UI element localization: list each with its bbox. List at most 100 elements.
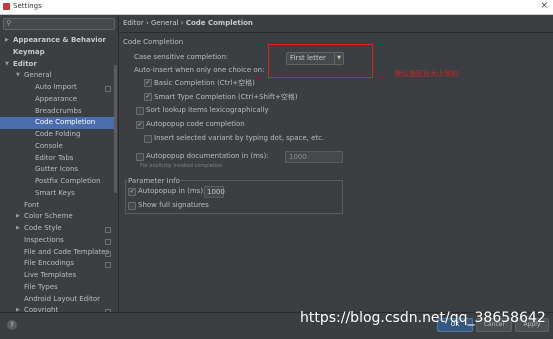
expand-down-icon[interactable]: ▼ [16, 70, 20, 82]
show-full-signatures-checkbox[interactable] [128, 202, 136, 210]
expand-right-icon[interactable]: ▶ [16, 211, 20, 223]
case-sensitive-value: First letter [290, 54, 326, 62]
insert-selected-variant-checkbox[interactable] [144, 135, 152, 143]
section-title: Code Completion [123, 38, 184, 46]
title-bar: Settings × [0, 0, 553, 15]
smart-type-checkbox[interactable]: ✓ [144, 93, 152, 101]
project-scope-icon [105, 86, 111, 92]
sidebar-item-label: Appearance [35, 94, 78, 103]
expand-right-icon[interactable]: ▶ [16, 223, 20, 235]
sidebar-item-code-completion[interactable]: Code Completion [0, 117, 114, 129]
smart-type-label: Smart Type Completion (Ctrl+Shift+空格) [154, 93, 298, 101]
autopopup-completion-label: Autopopup code completion [146, 120, 245, 128]
sidebar-item-label: Code Folding [35, 130, 81, 138]
basic-completion-label: Basic Completion (Ctrl+空格) [154, 79, 255, 87]
sidebar-item-label: Editor [13, 59, 37, 68]
sidebar-item-copyright[interactable]: ▶ Copyright [0, 305, 114, 312]
insert-selected-variant-label: Insert selected variant by typing dot, s… [154, 134, 325, 142]
sidebar-item-label: File Types [24, 282, 58, 291]
breadcrumb-current: Code Completion [185, 19, 253, 27]
autopopup-completion-checkbox[interactable]: ✓ [136, 121, 144, 129]
project-scope-icon [105, 227, 111, 233]
sidebar-item-label: File Encodings [24, 259, 74, 268]
annotation-text: 默认是区分大小写的 [395, 70, 458, 78]
sidebar-item-label: Editor Tabs [35, 153, 74, 162]
sidebar-item-file-encodings[interactable]: File Encodings [0, 258, 114, 270]
expand-down-icon[interactable]: ▼ [5, 59, 9, 71]
sidebar-item-auto-import[interactable]: Auto Import [0, 82, 114, 94]
explicit-completion-note: For explicitly invoked completion [140, 163, 223, 169]
sidebar-item-label: Font [24, 200, 40, 209]
sidebar-item-appearance[interactable]: Appearance [0, 94, 114, 106]
sidebar-item-label: Inspections [24, 235, 64, 244]
breadcrumb-general: General [150, 19, 179, 27]
settings-tree: ▶ Appearance & Behavior Keymap ▼ Editor ▼ Gene… [0, 35, 114, 312]
sidebar-item-gutter-icons[interactable]: Gutter Icons [0, 164, 114, 176]
app-icon [3, 3, 10, 10]
sidebar-item-label: Keymap [13, 47, 45, 56]
sidebar-item-editor-tabs[interactable]: Editor Tabs [0, 153, 114, 165]
sidebar-item-label: Breadcrumbs [35, 106, 82, 115]
sidebar-scrollbar[interactable] [114, 65, 117, 193]
expand-right-icon[interactable]: ▶ [16, 305, 20, 312]
header-divider [119, 32, 553, 33]
autopopup-docs-input[interactable]: 1000 [285, 151, 343, 163]
sidebar-item-code-folding[interactable]: Code Folding [0, 129, 114, 141]
project-scope-icon [105, 238, 111, 245]
sidebar-item-file-types[interactable]: File Types [0, 282, 114, 294]
settings-content: Editor › General › Code Completion Code … [119, 15, 553, 312]
sidebar-item-code-style[interactable]: ▶ Code Style [0, 223, 114, 235]
sidebar-item-inspections[interactable]: Inspections [0, 235, 114, 247]
sidebar-item-label: Postfix Completion [35, 177, 101, 185]
sidebar-item-label: Console [35, 141, 63, 150]
window-title: Settings [13, 2, 42, 10]
parameter-info-title: Parameter Info [127, 177, 181, 185]
sidebar-item-color-scheme[interactable]: ▶ Color Scheme [0, 211, 114, 223]
sidebar-item-label: Color Scheme [24, 212, 73, 221]
sidebar-item-editor[interactable]: ▼ Editor [0, 59, 114, 71]
sidebar-item-label: File and Code Templates [24, 247, 110, 256]
watermark-text: https://blog.csdn.net/qq_38658642 [300, 310, 546, 326]
sidebar-item-general[interactable]: ▼ General [0, 70, 114, 82]
sidebar-item-appearance-behavior[interactable]: ▶ Appearance & Behavior [0, 35, 114, 47]
sidebar-item-android-layout-editor[interactable]: Android Layout Editor [0, 294, 114, 306]
show-full-signatures-label: Show full signatures [138, 201, 209, 209]
sidebar-item-keymap[interactable]: Keymap [0, 47, 114, 59]
case-sensitive-select[interactable]: First letter ▼ [286, 52, 344, 65]
autopopup-docs-checkbox[interactable] [136, 153, 144, 161]
search-input[interactable]: ⚲ [3, 18, 115, 30]
autopopup-docs-label: Autopopup documentation in (ms): [146, 152, 269, 160]
breadcrumb: Editor › General › Code Completion [123, 19, 253, 27]
sidebar-item-label: Code Style [24, 224, 62, 232]
sort-lexicographically-label: Sort lookup items lexicographically [146, 106, 269, 114]
parameter-autopopup-checkbox[interactable]: ✓ [128, 188, 136, 196]
autoinsert-label: Auto-insert when only one choice on: [134, 66, 265, 74]
sidebar-item-label: Appearance & Behavior [13, 36, 106, 44]
close-icon[interactable]: × [540, 1, 548, 11]
help-icon[interactable]: ? [7, 320, 17, 330]
sidebar-item-label: Smart Keys [35, 188, 75, 197]
sidebar-item-console[interactable]: Console [0, 141, 114, 153]
sidebar-item-breadcrumbs[interactable]: Breadcrumbs [0, 106, 114, 118]
sidebar-item-label: Code Completion [35, 118, 96, 127]
sort-lexicographically-checkbox[interactable] [136, 107, 144, 115]
sidebar-item-label: Android Layout Editor [24, 294, 101, 303]
project-scope-icon [105, 262, 111, 269]
basic-completion-checkbox[interactable]: ✓ [144, 79, 152, 87]
sidebar-item-postfix-completion[interactable]: Postfix Completion [0, 176, 114, 188]
case-sensitive-label: Case sensitive completion: [134, 53, 229, 61]
sidebar-item-label: Auto Import [35, 83, 77, 91]
sidebar-item-label: Live Templates [24, 271, 77, 279]
sidebar-item-label: Copyright [24, 306, 59, 312]
sidebar-item-font[interactable]: Font [0, 200, 114, 212]
expand-right-icon[interactable]: ▶ [5, 35, 9, 47]
parameter-autopopup-label: Autopopup in (ms): [138, 187, 206, 195]
search-icon: ⚲ [6, 19, 12, 27]
sidebar-item-file-and-code-templates[interactable]: File and Code Templates [0, 247, 114, 259]
settings-sidebar: ⚲ ▶ Appearance & Behavior Keymap ▼ Editor ▼ Ge… [0, 15, 119, 312]
chevron-down-icon[interactable]: ▼ [334, 53, 343, 64]
sidebar-item-smart-keys[interactable]: Smart Keys [0, 188, 114, 200]
sidebar-item-label: Gutter Icons [35, 165, 79, 174]
parameter-autopopup-input[interactable]: 1000 [204, 186, 225, 198]
sidebar-item-live-templates[interactable]: Live Templates [0, 270, 114, 282]
